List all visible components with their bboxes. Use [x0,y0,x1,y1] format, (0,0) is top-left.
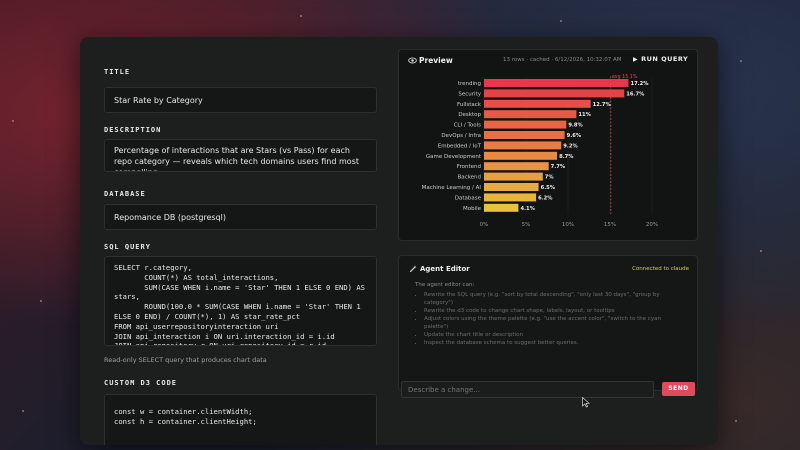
category-label: trending [458,81,481,87]
agent-intro: The agent editor can: [415,282,475,288]
agent-editor-panel: Agent Editor Connected to claude The age… [398,255,698,391]
background-star [735,420,737,422]
play-icon: ▶ [633,56,639,63]
bar-value-label: 17.2% [630,81,649,87]
bar-value-label: 16.7% [626,91,645,97]
x-tick-label: 0% [480,222,489,228]
category-label: Fullstack [457,102,482,108]
bar-chart: 0% 5% 10% 15% 20% trending 17.2% Security 16.7% F… [422,74,659,228]
category-label: Frontend [457,164,481,170]
list-item: Update the chart title or description [424,331,679,339]
description-textarea[interactable]: Percentage of interactions that are Star… [104,139,377,172]
bar-value-label: 8.7% [559,154,574,160]
list-item: Inspect the database schema to suggest b… [424,339,679,347]
category-label: CLI / Tools [454,123,482,129]
bar [484,79,629,87]
preview-panel: Preview 13 rows · cached · 6/12/2026, 10… [398,49,698,241]
list-item: Rewrite the d3 code to change chart shap… [424,307,679,315]
title-input[interactable]: Star Rate by Category [104,87,377,113]
d3-label: CUSTOM D3 CODE [104,379,178,387]
bar [484,89,625,98]
background-star [22,410,24,412]
x-tick-label: 5% [522,222,531,228]
bar-value-label: 4.1% [520,206,535,212]
run-query-button[interactable]: ▶ RUN QUERY [633,55,688,63]
category-label: Machine Learning / AI [422,185,482,191]
bar [484,120,567,129]
bar [484,162,549,171]
background-star [560,20,562,22]
average-reference-label: avg 15.1% [612,74,638,80]
preview-meta: 13 rows · cached · 6/12/2026, 10:32:07 A… [503,57,622,63]
category-label: Desktop [458,112,481,118]
category-label: Embedded / IoT [438,143,482,149]
bar-value-label: 9.2% [563,143,578,149]
bar [484,203,519,212]
x-tick-label: 10% [562,222,574,228]
bar-value-label: 12.7% [593,102,612,108]
background-star [300,15,302,17]
connection-status: Connected to claude [632,266,689,272]
database-select[interactable]: Repomance DB (postgresql) [104,204,377,230]
sql-hint: Read-only SELECT query that produces cha… [104,356,267,364]
eye-icon [408,57,417,64]
run-query-label: RUN QUERY [641,55,689,63]
d3-code: const w = container.clientWidth; const h… [114,407,257,426]
send-button[interactable]: SEND [662,382,695,396]
database-label: DATABASE [104,190,146,198]
bar-value-label: 11% [578,112,591,118]
background-star [12,120,14,122]
background-star [760,250,762,252]
x-tick-label: 15% [604,222,616,228]
bar [484,183,539,191]
category-label: DevOps / Infra [441,133,481,139]
bar-value-label: 7.7% [551,164,566,170]
bar [484,151,558,160]
x-tick-label: 20% [646,222,658,228]
mouse-cursor-icon [582,397,590,408]
bar [484,141,562,150]
description-label: DESCRIPTION [104,126,162,134]
background-star [740,60,742,62]
preview-title: Preview [419,56,453,65]
magic-wand-icon [409,265,417,273]
bar-value-label: 6.5% [541,185,556,191]
agent-prompt-input[interactable] [401,381,654,398]
bar-value-label: 6.2% [538,195,553,201]
list-item: Adjust colors using the theme palette (e… [424,315,679,331]
d3-editor[interactable]: const w = container.clientWidth; const h… [104,394,377,445]
category-label: Backend [457,175,481,181]
bar [484,99,591,108]
bar [484,172,543,181]
agent-capabilities-list: Rewrite the SQL query (e.g. "sort by tot… [415,291,679,347]
app-window: TITLE Star Rate by Category DESCRIPTION … [80,37,718,445]
sql-editor[interactable]: SELECT r.category, COUNT(*) AS total_int… [104,256,377,346]
bar-value-label: 9.6% [567,133,582,139]
category-label: Mobile [463,206,482,212]
category-label: Game Development [426,154,482,160]
bar [484,110,577,119]
background-star [40,300,42,302]
bar-value-label: 7% [545,175,555,181]
list-item: Rewrite the SQL query (e.g. "sort by tot… [424,291,679,307]
bar [484,193,537,202]
sql-label: SQL QUERY [104,243,151,251]
bar [484,131,565,139]
agent-title: Agent Editor [420,265,470,273]
sql-code: SELECT r.category, COUNT(*) AS total_int… [114,263,365,346]
bar-value-label: 9.8% [568,123,583,129]
editor-panel: TITLE Star Rate by Category DESCRIPTION … [91,49,382,445]
title-label: TITLE [104,68,131,76]
category-label: Database [455,195,482,201]
category-label: Security [458,91,481,97]
